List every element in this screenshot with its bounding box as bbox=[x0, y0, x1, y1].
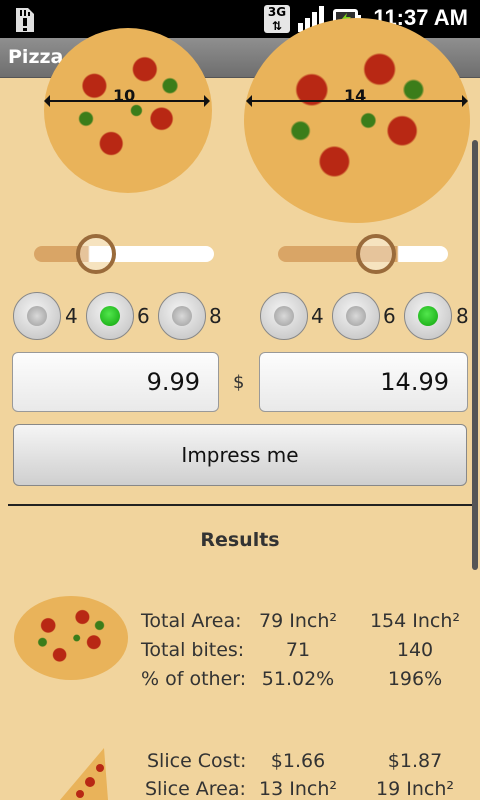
slices-radio-6[interactable] bbox=[86, 292, 134, 340]
slices-label: 6 bbox=[383, 304, 396, 328]
slices-radio-6[interactable] bbox=[332, 292, 380, 340]
diameter-label: 14 bbox=[344, 86, 367, 105]
result-value-right: 140 bbox=[396, 639, 434, 661]
slices-radio-8[interactable] bbox=[404, 292, 452, 340]
result-value-left: 79 Inch² bbox=[259, 610, 337, 632]
slices-radio-4[interactable] bbox=[260, 292, 308, 340]
result-label: % of other: bbox=[141, 668, 247, 690]
slider-handle[interactable] bbox=[356, 234, 396, 274]
divider bbox=[8, 504, 472, 506]
result-value-left: $1.66 bbox=[270, 750, 326, 772]
result-value-right: 196% bbox=[387, 668, 443, 690]
size-slider[interactable] bbox=[278, 234, 448, 274]
result-value-left: 71 bbox=[285, 639, 311, 661]
slices-label: 6 bbox=[137, 304, 150, 328]
results-pizza-icon bbox=[14, 596, 128, 680]
result-value-left: 13 Inch² bbox=[259, 778, 337, 800]
scrollbar[interactable] bbox=[472, 140, 478, 570]
sd-card-warning-icon bbox=[10, 4, 40, 38]
result-label: Slice Cost: bbox=[147, 750, 247, 772]
slices-radio-4[interactable] bbox=[13, 292, 61, 340]
results-heading: Results bbox=[200, 529, 280, 551]
result-label: Total Area: bbox=[141, 610, 242, 632]
slider-handle[interactable] bbox=[76, 234, 116, 274]
pizza-image-small bbox=[44, 28, 212, 193]
currency-symbol: $ bbox=[233, 372, 245, 393]
impress-me-button[interactable]: Impress me bbox=[13, 424, 467, 486]
result-value-right: 154 Inch² bbox=[369, 610, 461, 632]
price-input-right[interactable]: 14.99 bbox=[259, 352, 468, 412]
slices-label: 8 bbox=[456, 304, 469, 328]
result-value-left: 51.02% bbox=[261, 668, 335, 690]
network-3g-icon: 3G ⇅ bbox=[264, 5, 290, 33]
result-value-right: $1.87 bbox=[387, 750, 443, 772]
size-slider[interactable] bbox=[34, 234, 214, 274]
price-input-left[interactable]: 9.99 bbox=[12, 352, 219, 412]
result-label: Slice Area: bbox=[145, 778, 246, 800]
slices-radio-8[interactable] bbox=[158, 292, 206, 340]
pizza-slice-icon bbox=[60, 748, 108, 800]
slices-label: 8 bbox=[209, 304, 222, 328]
result-value-right: 19 Inch² bbox=[376, 778, 454, 800]
diameter-label: 10 bbox=[113, 86, 136, 105]
slices-label: 4 bbox=[65, 304, 78, 328]
pizza-image-large bbox=[244, 18, 470, 223]
result-label: Total bites: bbox=[141, 639, 245, 661]
slices-label: 4 bbox=[311, 304, 324, 328]
